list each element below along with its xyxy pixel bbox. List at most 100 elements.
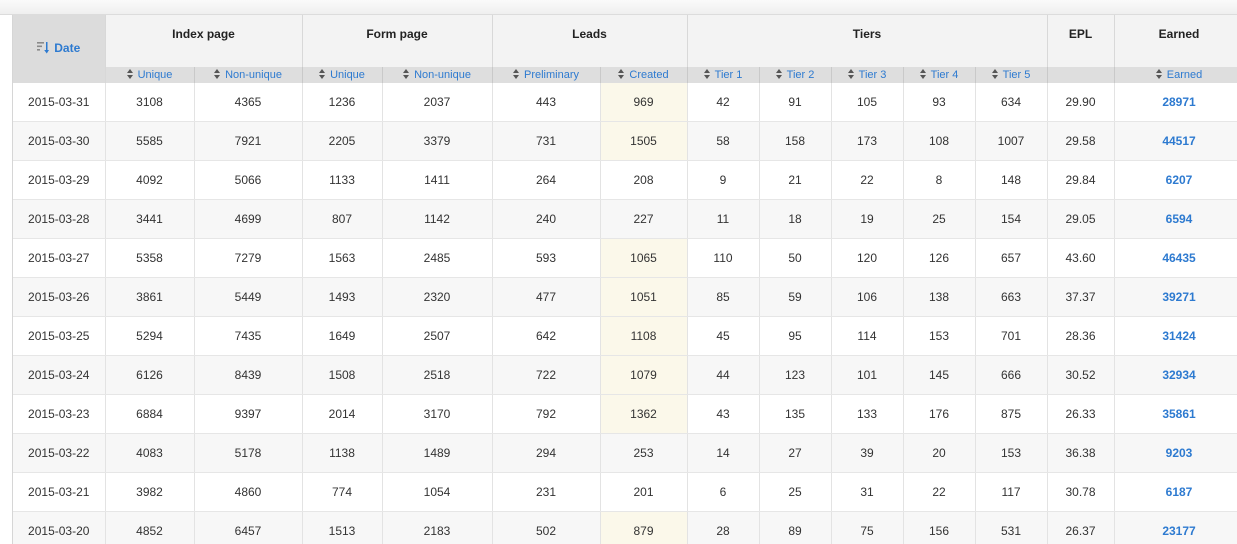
cell-earned[interactable]: 31424: [1114, 316, 1237, 356]
cell-date: 2015-03-24: [13, 355, 106, 395]
cell-tier-2: 89: [759, 511, 832, 544]
cell-index-unique: 5358: [105, 238, 195, 278]
cell-tier-4: 176: [903, 394, 976, 434]
cell-form-unique: 1236: [302, 83, 383, 122]
sort-header-form-unique[interactable]: Unique: [302, 67, 383, 83]
sort-header-leads-created[interactable]: Created: [600, 67, 688, 83]
sort-header-tier-1[interactable]: Tier 1: [687, 67, 760, 83]
cell-epl: 29.84: [1047, 160, 1115, 200]
subheader-label: Non-unique: [225, 69, 282, 81]
sort-arrows-icon: [919, 69, 927, 79]
sort-arrows-icon: [618, 69, 625, 79]
index-page-group-header: Index page: [105, 15, 303, 67]
cell-form-unique: 2205: [302, 121, 383, 161]
cell-index-non-unique: 4365: [194, 83, 303, 122]
cell-tier-3: 31: [831, 472, 904, 512]
cell-tier-3: 75: [831, 511, 904, 544]
cell-form-unique: 2014: [302, 394, 383, 434]
form-page-group-header: Form page: [302, 15, 493, 67]
cell-earned[interactable]: 46435: [1114, 238, 1237, 278]
cell-form-non-unique: 2507: [382, 316, 493, 356]
cell-tier-5: 1007: [975, 121, 1048, 161]
cell-form-unique: 774: [302, 472, 383, 512]
cell-leads-created: 1362: [600, 394, 688, 434]
subheader-label: Created: [629, 69, 669, 81]
sort-header-earned[interactable]: Earned: [1114, 67, 1237, 83]
cell-tier-3: 120: [831, 238, 904, 278]
cell-tier-2: 91: [759, 83, 832, 122]
cell-index-non-unique: 4860: [194, 472, 303, 512]
cell-tier-1: 42: [687, 83, 760, 122]
sort-arrows-icon: [847, 69, 855, 79]
sort-header-leads-preliminary[interactable]: Preliminary: [492, 67, 601, 83]
cell-date: 2015-03-20: [13, 511, 106, 544]
cell-leads-preliminary: 443: [492, 83, 601, 122]
cell-leads-preliminary: 731: [492, 121, 601, 161]
sort-header-tier-3[interactable]: Tier 3: [831, 67, 904, 83]
subheader-label: Tier 2: [786, 69, 815, 81]
cell-form-unique: 1508: [302, 355, 383, 395]
cell-earned[interactable]: 28971: [1114, 83, 1237, 122]
cell-index-non-unique: 9397: [194, 394, 303, 434]
cell-tier-5: 663: [975, 277, 1048, 317]
cell-tier-4: 25: [903, 199, 976, 239]
cell-date: 2015-03-31: [13, 83, 106, 122]
cell-tier-4: 156: [903, 511, 976, 544]
table-row: 2015-03-25 5294 7435 1649 2507 642 1108 45 95 114…: [13, 316, 1237, 356]
cell-leads-created: 1505: [600, 121, 688, 161]
cell-earned[interactable]: 32934: [1114, 355, 1237, 395]
cell-tier-2: 50: [759, 238, 832, 278]
cell-earned[interactable]: 23177: [1114, 511, 1237, 544]
cell-tier-1: 6: [687, 472, 760, 512]
cell-form-non-unique: 2485: [382, 238, 493, 278]
cell-earned[interactable]: 44517: [1114, 121, 1237, 161]
cell-form-unique: 1513: [302, 511, 383, 544]
cell-leads-preliminary: 240: [492, 199, 601, 239]
subheader-label: Tier 4: [930, 69, 959, 81]
cell-earned[interactable]: 6594: [1114, 199, 1237, 239]
cell-tier-1: 44: [687, 355, 760, 395]
cell-index-non-unique: 4699: [194, 199, 303, 239]
cell-form-non-unique: 1411: [382, 160, 493, 200]
cell-index-unique: 4092: [105, 160, 195, 200]
cell-leads-created: 208: [600, 160, 688, 200]
sort-header-tier-4[interactable]: Tier 4: [903, 67, 976, 83]
cell-leads-created: 201: [600, 472, 688, 512]
cell-earned[interactable]: 39271: [1114, 277, 1237, 317]
sort-arrows-icon: [775, 69, 783, 79]
sort-header-tier-5[interactable]: Tier 5: [975, 67, 1048, 83]
cell-epl: 29.90: [1047, 83, 1115, 122]
cell-leads-preliminary: 231: [492, 472, 601, 512]
cell-tier-4: 22: [903, 472, 976, 512]
cell-date: 2015-03-21: [13, 472, 106, 512]
cell-leads-preliminary: 294: [492, 433, 601, 473]
date-column-header[interactable]: Date: [13, 15, 106, 83]
sort-header-index-non-unique[interactable]: Non-unique: [194, 67, 303, 83]
subheader-label: Tier 1: [714, 69, 743, 81]
sort-header-tier-2[interactable]: Tier 2: [759, 67, 832, 83]
cell-tier-3: 19: [831, 199, 904, 239]
cell-index-unique: 6126: [105, 355, 195, 395]
cell-earned[interactable]: 35861: [1114, 394, 1237, 434]
cell-tier-4: 20: [903, 433, 976, 473]
cell-epl: 26.33: [1047, 394, 1115, 434]
cell-tier-3: 114: [831, 316, 904, 356]
cell-form-non-unique: 3170: [382, 394, 493, 434]
cell-earned[interactable]: 6207: [1114, 160, 1237, 200]
header-group-row: Date Index page Form page Leads Tiers EP…: [13, 15, 1237, 83]
cell-tier-3: 106: [831, 277, 904, 317]
cell-tier-2: 95: [759, 316, 832, 356]
cell-earned[interactable]: 6187: [1114, 472, 1237, 512]
cell-earned[interactable]: 9203: [1114, 433, 1237, 473]
sort-header-index-unique[interactable]: Unique: [105, 67, 195, 83]
cell-tier-2: 27: [759, 433, 832, 473]
cell-epl: 28.36: [1047, 316, 1115, 356]
cell-index-unique: 6884: [105, 394, 195, 434]
cell-tier-5: 117: [975, 472, 1048, 512]
sort-header-form-non-unique[interactable]: Non-unique: [382, 67, 493, 83]
subheader-label: Tier 5: [1002, 69, 1031, 81]
cell-leads-created: 1065: [600, 238, 688, 278]
cell-tier-1: 14: [687, 433, 760, 473]
table-row: 2015-03-24 6126 8439 1508 2518 722 1079 44 123 10…: [13, 355, 1237, 395]
cell-tier-5: 148: [975, 160, 1048, 200]
